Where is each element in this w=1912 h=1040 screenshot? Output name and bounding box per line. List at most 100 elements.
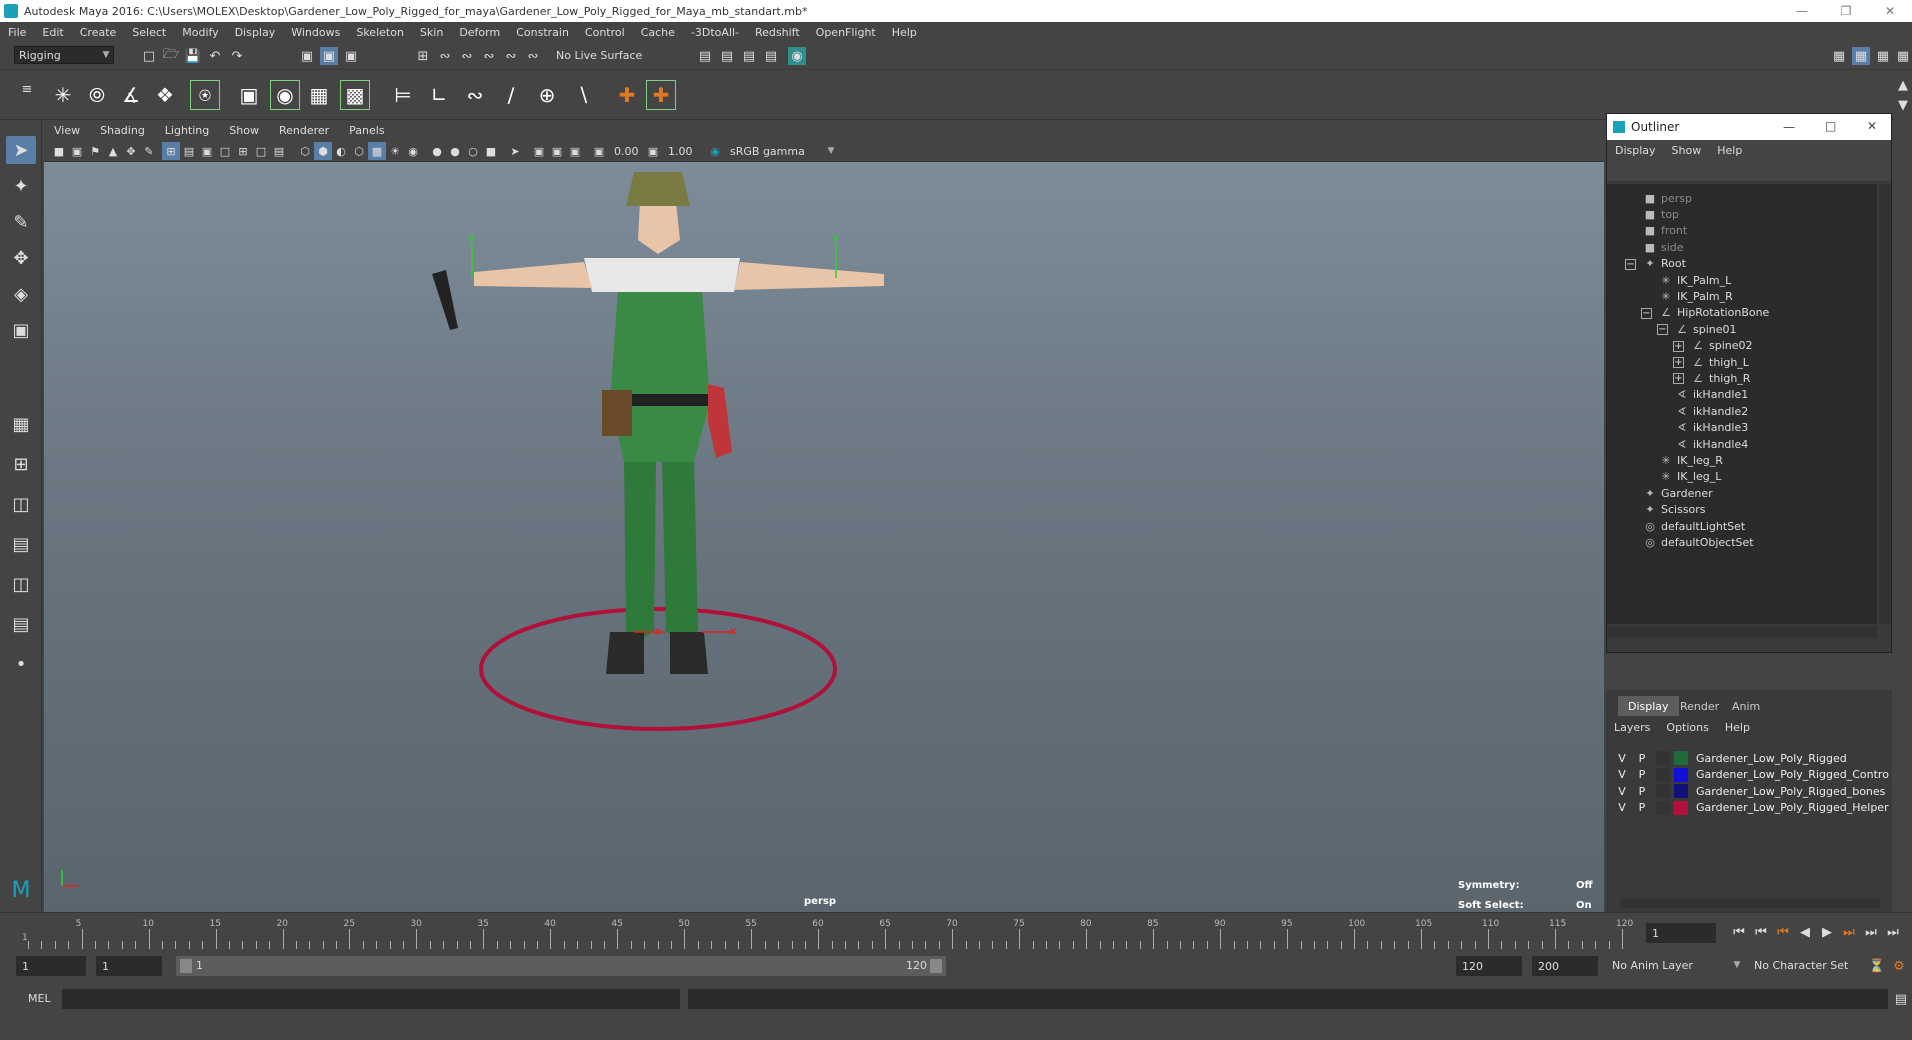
antialiasing-icon[interactable]: ○ [464,142,482,160]
camera-select-icon[interactable]: ■ [50,142,68,160]
joint-tool-icon[interactable]: ✳ [48,80,78,110]
set-key-icon[interactable]: ✚ [646,80,676,110]
menu-openflight[interactable]: OpenFlight [808,26,884,39]
menu-skin[interactable]: Skin [412,26,451,39]
orient-constraint-icon[interactable]: ∟ [424,80,454,110]
exposure-icon[interactable]: ▣ [590,142,608,160]
script-editor-icon[interactable]: ▤ [1892,990,1910,1008]
step-forward-frame-icon[interactable]: ⏭ [1840,923,1858,941]
restore-icon[interactable]: ❐ [1824,0,1868,22]
paint-weights-icon[interactable]: ◉ [270,80,300,110]
colorspace-dropdown[interactable]: sRGB gamma ▼ [726,142,838,160]
menu-display[interactable]: Display [227,26,284,39]
outliner-item[interactable]: ◎ defaultObjectSet [1643,532,1753,552]
hypershade-icon[interactable]: ▤ [762,47,780,65]
resolution-gate-icon[interactable]: ▣ [198,142,216,160]
layer-tab-anim[interactable]: Anim [1722,696,1770,716]
playback-toggle[interactable]: P [1632,785,1652,798]
menuset-dropdown[interactable]: Rigging ▼ [14,46,114,64]
aim-constraint-icon[interactable]: ∾ [460,80,490,110]
depth-of-field-icon[interactable]: ■ [482,142,500,160]
script-language-label[interactable]: MEL [28,992,51,1005]
render-settings-icon[interactable]: ▤ [740,47,758,65]
ik-handle-icon[interactable]: ∡ [116,80,146,110]
outliner-menu-display[interactable]: Display [1607,144,1664,157]
gamma-icon[interactable]: ▣ [644,142,662,160]
parent-constraint-icon[interactable]: ⊕ [532,80,562,110]
redo-icon[interactable]: ↷ [228,47,246,65]
save-scene-icon[interactable]: 💾 [184,47,202,65]
menu-windows[interactable]: Windows [283,26,348,39]
safe-action-icon[interactable]: □ [252,142,270,160]
playback-toggle[interactable]: P [1632,801,1652,814]
menu-file[interactable]: File [0,26,34,39]
snap-grid-icon[interactable]: ⊞ [414,47,432,65]
four-pane-icon[interactable]: ⊞ [6,450,36,478]
display-type-toggle[interactable] [1656,800,1670,815]
render-frame-icon[interactable]: ▤ [696,47,714,65]
step-back-frame-icon[interactable]: ⏮ [1774,923,1792,941]
layer-color-swatch[interactable] [1674,751,1688,765]
close-icon[interactable]: ✕ [1867,119,1877,133]
minimize-icon[interactable]: — [1780,0,1824,22]
hypershade-layout-icon[interactable]: ▤ [6,610,36,638]
outliner-menu-show[interactable]: Show [1664,144,1710,157]
field-chart-icon[interactable]: ⊞ [234,142,252,160]
go-to-start-icon[interactable]: ⏮ [1730,923,1748,941]
display-type-toggle[interactable] [1656,767,1670,782]
cluster-icon[interactable]: ▩ [340,80,370,110]
current-frame-field[interactable]: 1 [1646,923,1716,943]
lattice-icon[interactable]: ▦ [304,80,334,110]
collapse-icon[interactable]: − [1641,307,1652,319]
outliner-vertical-scrollbar[interactable] [1879,184,1891,624]
xray-icon[interactable]: ▣ [530,142,548,160]
shelf-scroll-down-icon[interactable]: ▼ [1894,96,1912,114]
panel-menu-show[interactable]: Show [219,124,269,137]
scale-constraint-icon[interactable]: ∕ [496,80,526,110]
2d-pan-icon[interactable]: ✥ [122,142,140,160]
tool-settings-icon[interactable]: ▦ [1874,47,1892,65]
move-tool-icon[interactable]: ✥ [6,244,36,272]
menu-create[interactable]: Create [72,26,125,39]
select-object-icon[interactable]: ▣ [320,47,338,65]
select-component-icon[interactable]: ▣ [342,47,360,65]
auto-key-icon[interactable]: ⏳ [1868,957,1886,975]
gamma-field[interactable]: 1.00 [662,141,702,161]
menu-modify[interactable]: Modify [174,26,226,39]
visibility-toggle[interactable]: V [1612,752,1632,765]
outliner-horizontal-scrollbar[interactable] [1607,626,1877,638]
time-slider[interactable]: 1 5 10 15 20 25 30 35 40 45 50 55 60 65 70 75 80 85 90 95 10… [0,912,1912,952]
layer-color-swatch[interactable] [1674,767,1688,782]
smooth-shade-icon[interactable]: ⬢ [314,142,332,160]
pole-vector-icon[interactable]: ∖ [568,80,598,110]
wireframe-shaded-icon[interactable]: ⬡ [350,142,368,160]
play-backwards-icon[interactable]: ◀ [1796,923,1814,941]
layer-color-swatch[interactable] [1674,784,1688,798]
panel-menu-lighting[interactable]: Lighting [155,124,219,137]
panel-menu-view[interactable]: View [44,124,90,137]
anim-layer-dropdown[interactable]: No Anim Layer ▼ [1608,956,1744,974]
visibility-toggle[interactable]: V [1612,801,1632,814]
ik-spline-icon[interactable]: ❖ [150,80,180,110]
range-start-handle[interactable] [180,959,192,973]
snap-surface-icon[interactable]: ∾ [502,47,520,65]
make-live-icon[interactable]: ∾ [524,47,542,65]
motion-blur-icon[interactable]: ● [446,142,464,160]
menu-help[interactable]: Help [884,26,925,39]
isolate-select-icon[interactable]: ➤ [506,142,524,160]
safe-title-icon[interactable]: ▤ [270,142,288,160]
playback-toggle[interactable]: P [1632,768,1652,781]
menu-edit[interactable]: Edit [34,26,71,39]
textured-icon[interactable]: ▩ [368,142,386,160]
graph-layout-icon[interactable]: ◫ [6,570,36,598]
rotate-tool-icon[interactable]: ◈ [6,280,36,308]
start-time-field[interactable]: 1 [16,956,86,976]
bind-skin-icon[interactable]: ▣ [234,80,264,110]
menu-select[interactable]: Select [124,26,174,39]
expand-icon[interactable]: + [1673,373,1684,385]
new-scene-icon[interactable]: □ [140,47,158,65]
layer-tab-render[interactable]: Render [1670,696,1729,716]
ikfk-switch-icon[interactable]: ✚ [612,80,642,110]
visibility-toggle[interactable]: V [1612,768,1632,781]
perspective-viewport[interactable]: y y x x persp Symmetry: Off Soft Select:… [44,162,1604,912]
